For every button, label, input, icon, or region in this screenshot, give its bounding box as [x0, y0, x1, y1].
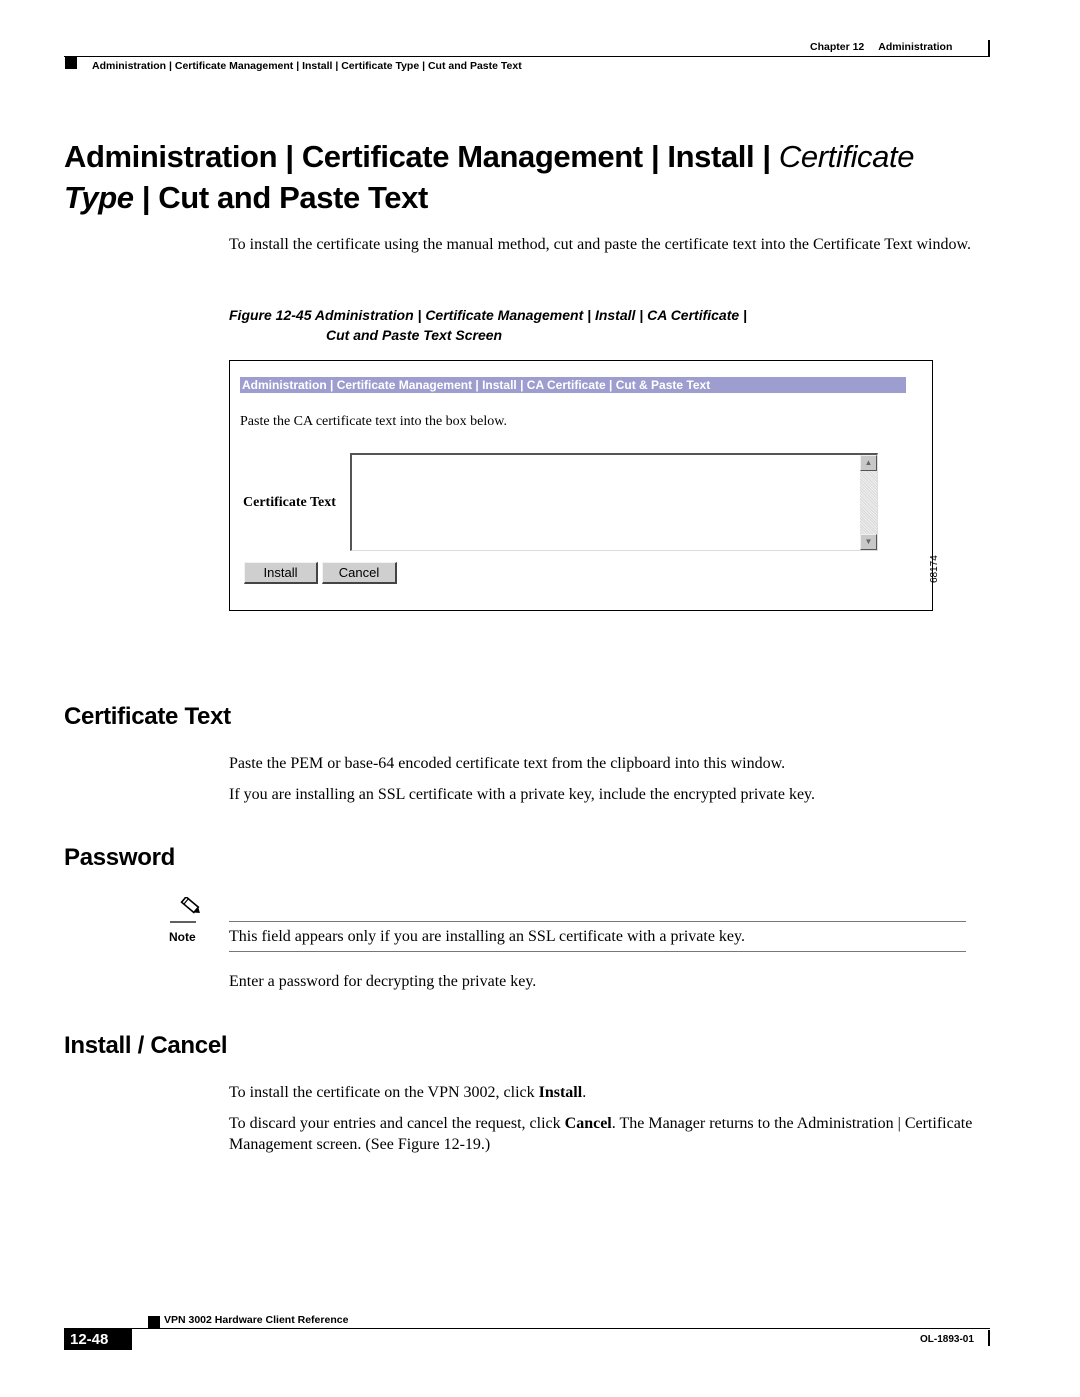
- note-rule: [229, 951, 966, 952]
- header-marker: [65, 57, 77, 69]
- scroll-down-arrow-icon[interactable]: ▼: [860, 534, 877, 550]
- paragraph: Paste the PEM or base-64 encoded certifi…: [229, 755, 786, 772]
- running-header-chapter: Chapter 12 Administration: [810, 41, 952, 53]
- certificate-text-input[interactable]: ▲ ▼: [350, 453, 878, 551]
- chapter-number: Chapter 12: [810, 41, 865, 53]
- page-title: Administration | Certificate Management …: [64, 136, 994, 218]
- header-edge-bar: [988, 40, 990, 57]
- title-italic: Type: [64, 180, 134, 215]
- paragraph: If you are installing an SSL certificate…: [229, 786, 815, 803]
- paragraph: Enter a password for decrypting the priv…: [229, 973, 537, 990]
- text-run: .: [582, 1084, 587, 1101]
- screen-instruction: Paste the CA certificate text into the b…: [240, 414, 507, 429]
- text-run: To install the certificate on the VPN 30…: [229, 1084, 539, 1101]
- note-text: This field appears only if you are insta…: [229, 928, 745, 945]
- cancel-button[interactable]: Cancel: [322, 562, 397, 584]
- footer-rule: [64, 1328, 990, 1329]
- footer-book-title: VPN 3002 Hardware Client Reference: [164, 1314, 349, 1326]
- chapter-title: Administration: [878, 41, 953, 53]
- figure-caption: Figure 12-45 Administration | Certificat…: [229, 305, 747, 345]
- footer-edge-bar: [988, 1330, 990, 1346]
- textarea-scrollbar[interactable]: ▲ ▼: [860, 455, 877, 550]
- title-part: | Cut and Paste Text: [133, 180, 428, 215]
- figure-screenshot: Administration | Certificate Management …: [229, 360, 940, 611]
- running-header-breadcrumb: Administration | Certificate Management …: [92, 60, 522, 72]
- paragraph: To install the certificate on the VPN 30…: [229, 1082, 586, 1103]
- caption-line: Cut and Paste Text Screen: [326, 327, 503, 343]
- document-number: OL-1893-01: [920, 1334, 974, 1345]
- screen-title-bar: Administration | Certificate Management …: [240, 377, 906, 393]
- header-rule: [64, 56, 990, 57]
- note-rule: [229, 921, 966, 922]
- pencil-note-icon: [170, 897, 200, 923]
- certificate-text-label: Certificate Text: [243, 495, 336, 510]
- page-number: 12-48: [64, 1329, 132, 1350]
- figure-id: 68174: [929, 555, 940, 583]
- section-heading-certificate-text: Certificate Text: [64, 703, 231, 730]
- bold-term: Install: [538, 1084, 583, 1101]
- section-heading-install-cancel: Install / Cancel: [64, 1032, 228, 1059]
- section-heading-password: Password: [64, 844, 175, 871]
- title-italic: Certificate: [778, 139, 915, 174]
- text-run: To discard your entries and cancel the r…: [229, 1115, 565, 1132]
- scroll-up-arrow-icon[interactable]: ▲: [860, 455, 877, 471]
- bold-term: Cancel: [564, 1115, 612, 1132]
- caption-line: Figure 12-45 Administration | Certificat…: [229, 307, 747, 323]
- install-button[interactable]: Install: [244, 562, 318, 584]
- paragraph: To discard your entries and cancel the r…: [229, 1113, 999, 1155]
- intro-paragraph: To install the certificate using the man…: [229, 236, 971, 253]
- title-part: Administration | Certificate Management …: [64, 139, 779, 174]
- note-label: Note: [169, 930, 196, 944]
